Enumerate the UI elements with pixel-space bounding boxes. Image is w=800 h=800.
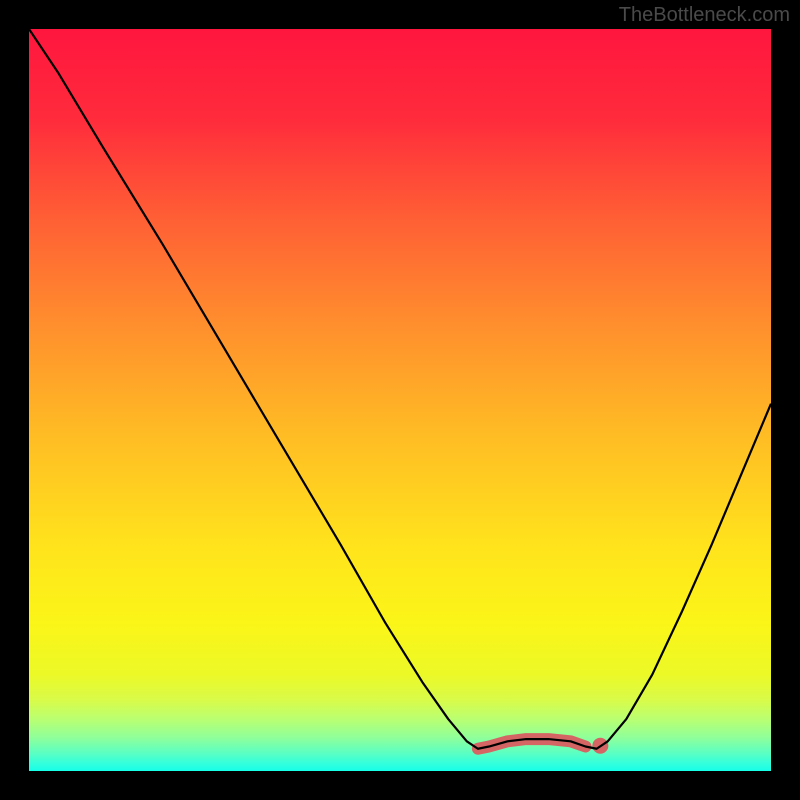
watermark-text: TheBottleneck.com	[619, 4, 790, 27]
chart-area	[29, 29, 771, 771]
chart-svg	[29, 29, 771, 771]
